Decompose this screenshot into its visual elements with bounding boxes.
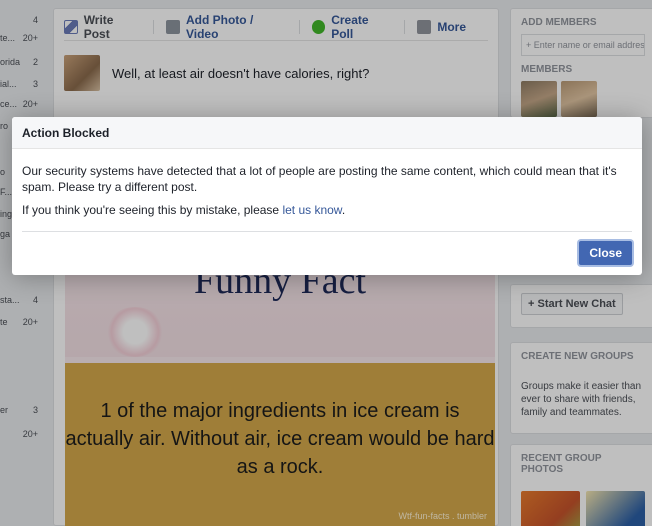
dialog-mistake-line: If you think you're seeing this by mista…: [22, 202, 632, 218]
close-button[interactable]: Close: [579, 241, 632, 265]
let-us-know-link[interactable]: let us know: [282, 203, 341, 217]
dialog-divider: [22, 231, 632, 232]
dialog-body: Our security systems have detected that …: [12, 149, 642, 235]
dialog-mistake-prefix: If you think you're seeing this by mista…: [22, 203, 283, 217]
dialog-title: Action Blocked: [12, 117, 642, 149]
action-blocked-dialog: Action Blocked Our security systems have…: [12, 117, 642, 275]
dialog-mistake-suffix: .: [341, 203, 346, 217]
dialog-message: Our security systems have detected that …: [22, 164, 617, 194]
